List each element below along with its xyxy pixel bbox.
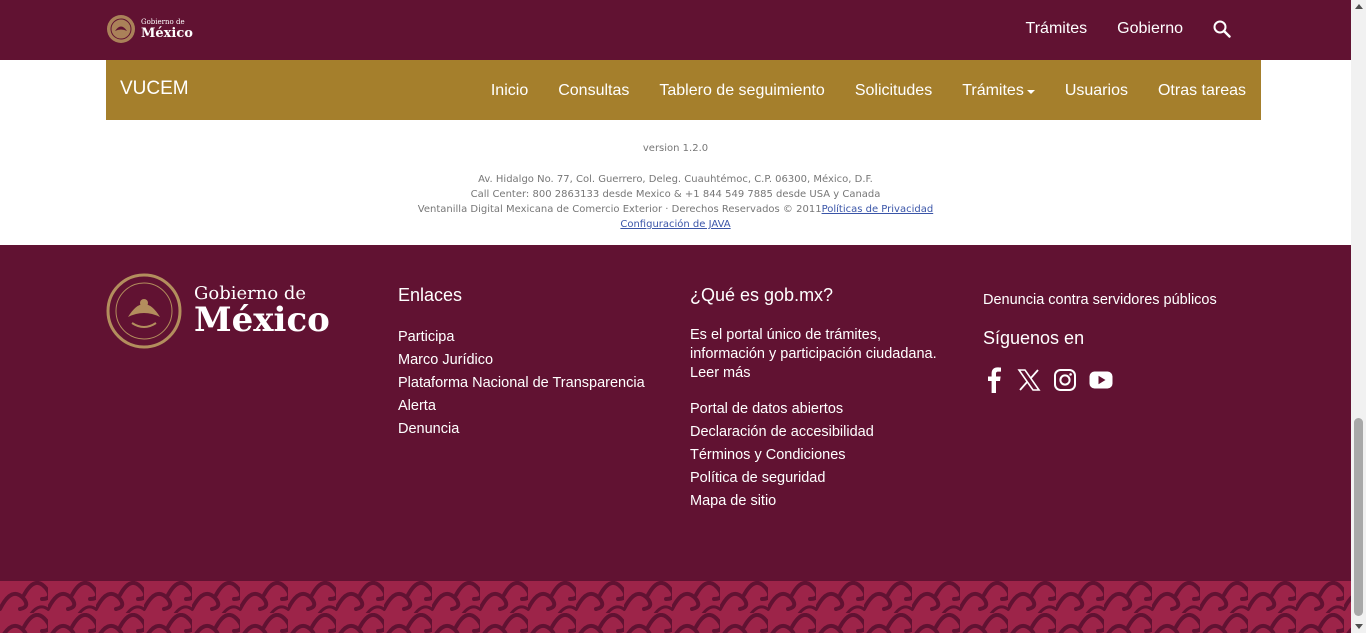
scroll-down-icon[interactable]: [1355, 624, 1363, 629]
gov-nav: Trámites Gobierno: [996, 20, 1231, 38]
call-center-text: Call Center: 800 2863133 desde Mexico & …: [470, 189, 881, 200]
nav-inicio[interactable]: Inicio: [476, 82, 543, 100]
footer-gobierno-logo[interactable]: Gobierno de México: [106, 273, 330, 349]
vucem-navbar: VUCEM Inicio Consultas Tablero de seguim…: [106, 60, 1261, 120]
denuncia-column: Denuncia contra servidores públicos Sígu…: [983, 289, 1217, 393]
link-transparencia[interactable]: Plataforma Nacional de Transparencia: [398, 372, 645, 395]
vertical-scrollbar[interactable]: [1351, 0, 1366, 633]
mexico-seal-icon: [106, 273, 182, 349]
nav-solicitudes[interactable]: Solicitudes: [840, 82, 947, 100]
enlaces-heading: Enlaces: [398, 285, 463, 305]
nav-consultas[interactable]: Consultas: [543, 82, 644, 100]
pattern-decoration: [0, 581, 1351, 633]
nav-usuarios[interactable]: Usuarios: [1050, 82, 1143, 100]
version-text: version 1.2.0: [642, 143, 709, 154]
enlaces-column: Enlaces Participa Marco Jurídico Platafo…: [398, 285, 645, 441]
nav-tablero[interactable]: Tablero de seguimiento: [644, 82, 839, 100]
site-info: version 1.2.0 Av. Hidalgo No. 77, Col. G…: [0, 120, 1351, 245]
youtube-icon[interactable]: [1089, 371, 1113, 389]
vucem-nav: Inicio Consultas Tablero de seguimiento …: [476, 82, 1261, 100]
nav-gobierno[interactable]: Gobierno: [1117, 20, 1183, 38]
scrollbar-thumb[interactable]: [1354, 418, 1363, 616]
leer-mas-link[interactable]: Leer más: [690, 365, 750, 381]
gobierno-logo[interactable]: Gobierno de México: [106, 14, 193, 44]
search-icon[interactable]: [1213, 20, 1231, 38]
link-datos-abiertos[interactable]: Portal de datos abiertos: [690, 398, 950, 421]
rights-text: Ventanilla Digital Mexicana de Comercio …: [417, 204, 822, 215]
que-es-description: Es el portal único de trámites, informac…: [690, 327, 937, 381]
java-config-link[interactable]: Configuración de JAVA: [620, 219, 730, 230]
nav-tramites-label: Trámites: [962, 82, 1024, 99]
address-text: Av. Hidalgo No. 77, Col. Guerrero, Deleg…: [478, 174, 873, 185]
link-terminos[interactable]: Términos y Condiciones: [690, 444, 950, 467]
footer: Gobierno de México Enlaces Participa Mar…: [0, 245, 1351, 581]
caret-down-icon: [1026, 90, 1035, 94]
link-accesibilidad[interactable]: Declaración de accesibilidad: [690, 421, 950, 444]
link-participa[interactable]: Participa: [398, 326, 645, 349]
link-denuncia[interactable]: Denuncia: [398, 418, 645, 441]
scroll-up-icon[interactable]: [1355, 4, 1363, 9]
que-es-heading: ¿Qué es gob.mx?: [690, 285, 834, 305]
privacy-link[interactable]: Políticas de Privacidad: [822, 204, 934, 215]
link-marco-juridico[interactable]: Marco Jurídico: [398, 349, 645, 372]
link-alerta[interactable]: Alerta: [398, 395, 645, 418]
mexico-seal-icon: [107, 15, 135, 43]
que-es-column: ¿Qué es gob.mx? Es el portal único de tr…: [690, 285, 950, 513]
siguenos-heading: Síguenos en: [983, 328, 1085, 348]
logo-big-text: México: [141, 25, 193, 41]
footer-pattern: [0, 581, 1351, 633]
instagram-icon[interactable]: [1053, 368, 1077, 392]
x-icon[interactable]: [1017, 368, 1041, 392]
facebook-icon[interactable]: [983, 367, 1005, 393]
link-denuncia-servidores[interactable]: Denuncia contra servidores públicos: [983, 289, 1217, 312]
nav-otras-tareas[interactable]: Otras tareas: [1143, 82, 1261, 100]
gov-header: Gobierno de México Trámites Gobierno: [0, 0, 1351, 60]
link-mapa-sitio[interactable]: Mapa de sitio: [690, 490, 950, 513]
vucem-brand[interactable]: VUCEM: [120, 78, 189, 100]
nav-tramites[interactable]: Trámites: [1026, 20, 1088, 38]
social-links: [983, 367, 1217, 393]
nav-tramites-dropdown[interactable]: Trámites: [947, 82, 1050, 100]
link-seguridad[interactable]: Política de seguridad: [690, 467, 950, 490]
logo-small-text: Gobierno de: [141, 17, 185, 26]
footer-logo-big-text: México: [194, 300, 330, 340]
